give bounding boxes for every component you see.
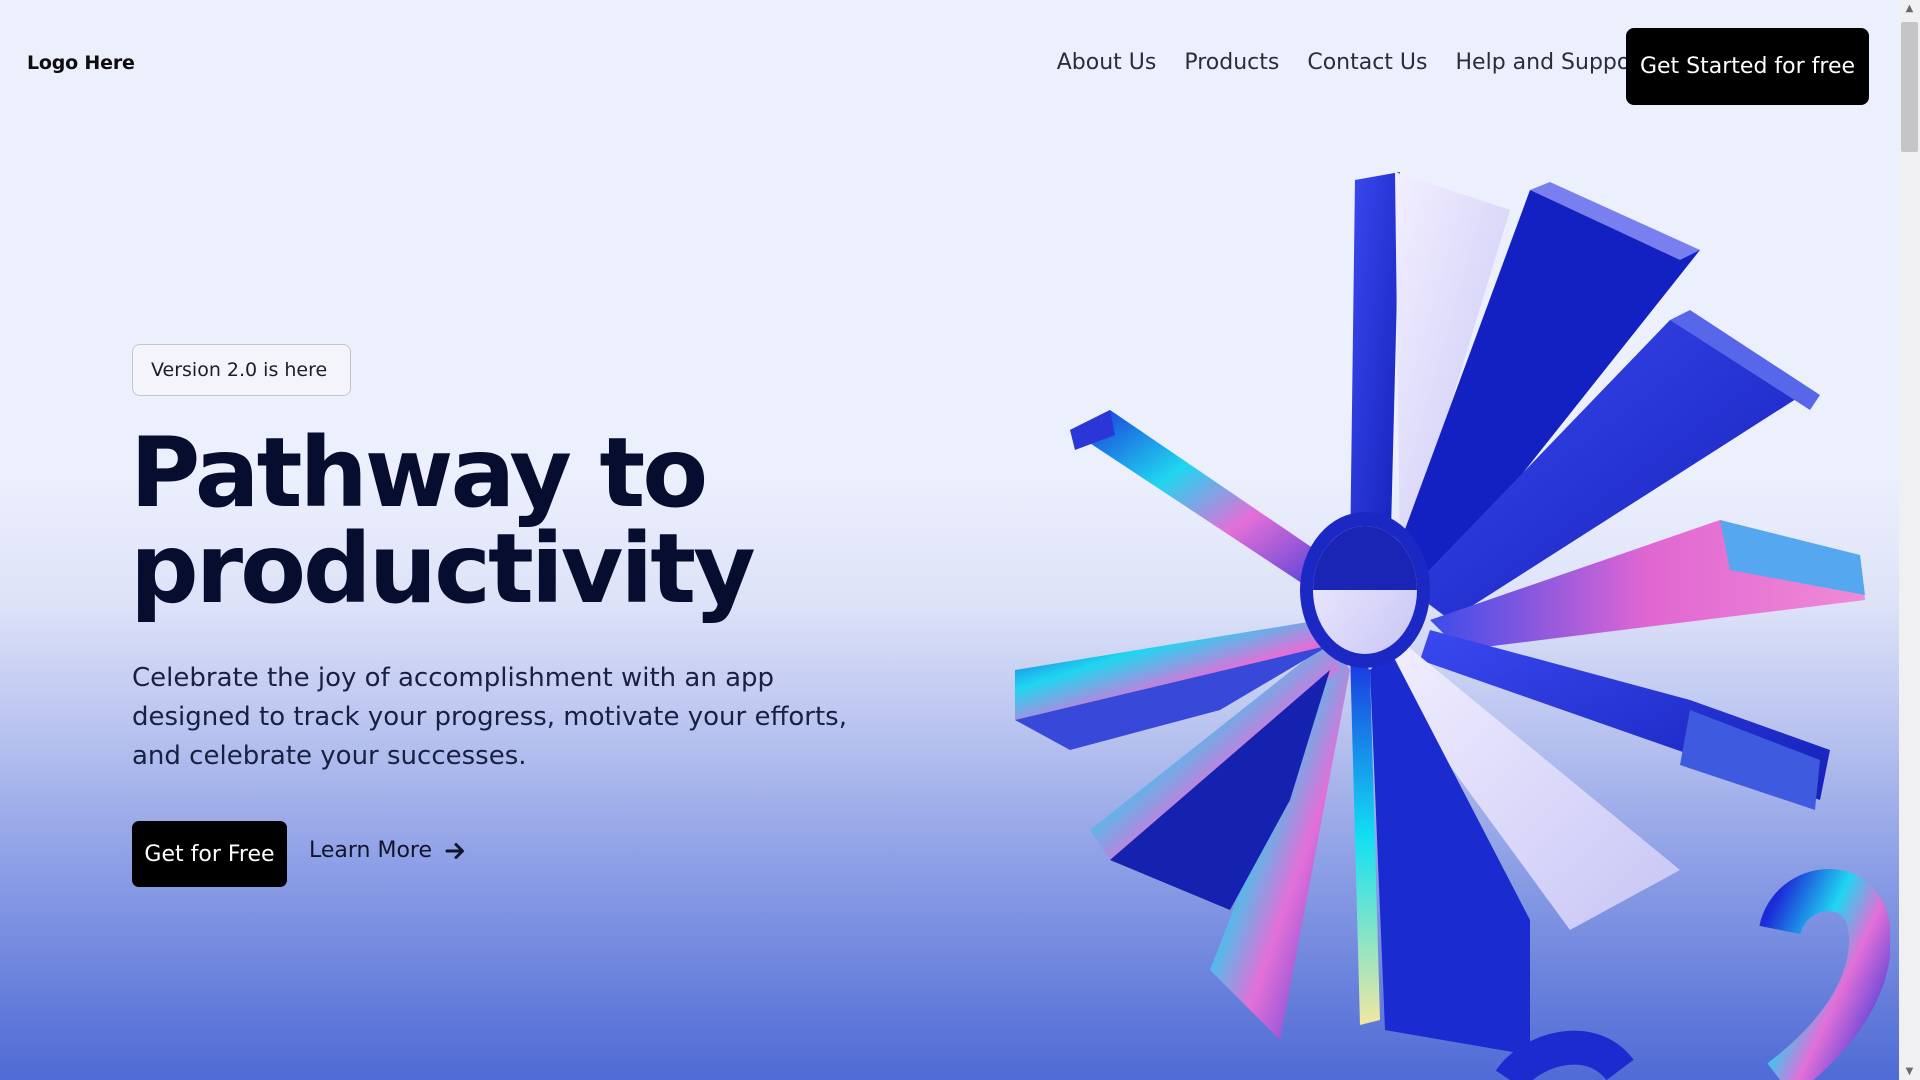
nav-contact-us[interactable]: Contact Us	[1307, 50, 1427, 75]
hero-title-line-1: Pathway to	[130, 417, 708, 529]
scrollbar-thumb[interactable]	[1901, 22, 1918, 152]
hero-starburst-illustration	[990, 150, 1892, 1080]
arrow-right-icon	[444, 840, 466, 862]
get-for-free-button[interactable]: Get for Free	[132, 821, 287, 887]
landing-page: Logo Here About Us Products Contact Us H…	[0, 0, 1899, 1080]
nav-products[interactable]: Products	[1184, 50, 1279, 75]
hero-title: Pathway to productivity	[130, 425, 890, 617]
version-badge[interactable]: Version 2.0 is here	[132, 344, 351, 396]
scroll-down-icon[interactable]: ▼	[1899, 1063, 1920, 1080]
vertical-scrollbar[interactable]: ▲ ▼	[1899, 0, 1920, 1080]
scroll-up-icon[interactable]: ▲	[1899, 0, 1920, 17]
main-nav: About Us Products Contact Us Help and Su…	[1057, 50, 1648, 75]
learn-more-link[interactable]: Learn More	[309, 838, 466, 863]
logo[interactable]: Logo Here	[27, 52, 135, 74]
hero-subtitle: Celebrate the joy of accomplishment with…	[132, 663, 847, 771]
learn-more-label: Learn More	[309, 838, 433, 863]
nav-about-us[interactable]: About Us	[1057, 50, 1157, 75]
hero-title-line-2: productivity	[130, 513, 756, 625]
get-started-button[interactable]: Get Started for free	[1626, 28, 1869, 105]
nav-help-and-support[interactable]: Help and Support	[1456, 50, 1649, 75]
